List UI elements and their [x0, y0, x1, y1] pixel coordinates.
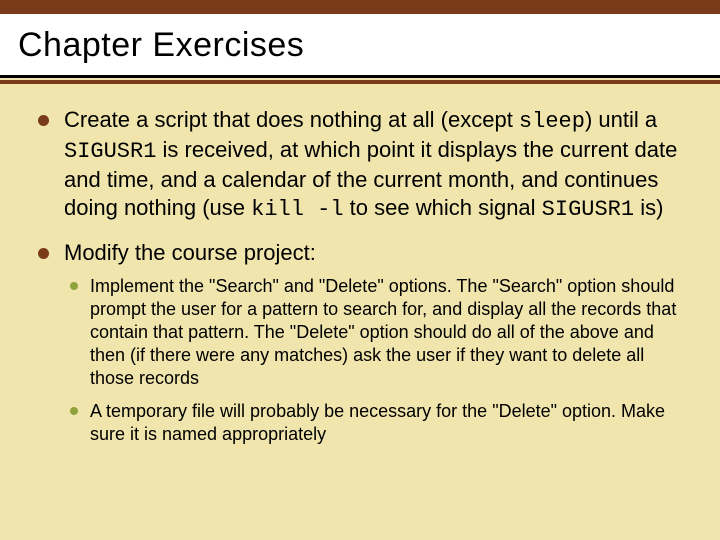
title-area: Chapter Exercises: [0, 14, 720, 75]
code-fragment: kill -l: [251, 197, 343, 222]
slide-title: Chapter Exercises: [18, 26, 702, 65]
text-fragment: ) until a: [585, 107, 657, 132]
code-fragment: SIGUSR1: [64, 139, 156, 164]
content-area: Create a script that does nothing at all…: [0, 84, 720, 446]
divider-black: [0, 75, 720, 78]
top-accent-bar: [0, 0, 720, 14]
text-fragment: to see which signal: [344, 195, 542, 220]
code-fragment: SIGUSR1: [542, 197, 634, 222]
sub-bullet-list: Implement the "Search" and "Delete" opti…: [64, 275, 686, 446]
code-fragment: sleep: [519, 109, 585, 134]
sub-bullet-item: A temporary file will probably be necess…: [64, 400, 686, 446]
bullet-list: Create a script that does nothing at all…: [34, 106, 686, 446]
text-fragment: is): [634, 195, 663, 220]
bullet-item: Modify the course project: Implement the…: [34, 239, 686, 446]
bullet-item: Create a script that does nothing at all…: [34, 106, 686, 225]
text-fragment: Create a script that does nothing at all…: [64, 107, 519, 132]
sub-bullet-item: Implement the "Search" and "Delete" opti…: [64, 275, 686, 390]
text-fragment: Modify the course project:: [64, 240, 316, 265]
